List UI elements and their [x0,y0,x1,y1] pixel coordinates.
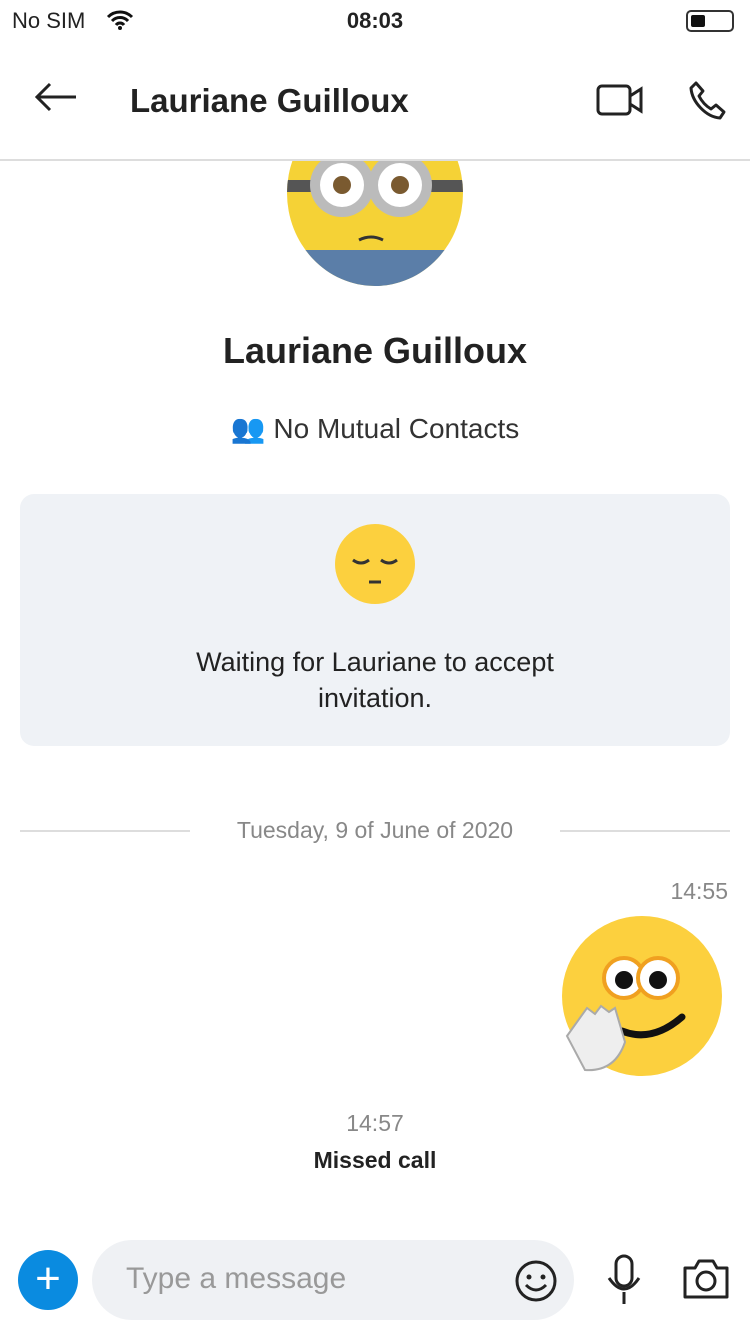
waiting-emoji-icon [335,524,415,604]
microphone-icon[interactable] [606,1254,642,1306]
invitation-card: Waiting for Lauriane to accept invitatio… [20,494,730,746]
status-bar: No SIM 08:03 [0,0,750,40]
message-input[interactable]: Type a message [92,1240,574,1320]
battery-icon [686,10,734,32]
page-title: Lauriane Guilloux [130,82,409,119]
divider [560,830,730,832]
header: Lauriane Guilloux [0,40,750,161]
profile-name: Lauriane Guilloux [222,330,528,371]
message-time: 14:57 [346,1110,404,1136]
contacts-icon: 👥 [230,413,266,444]
invitation-text: Waiting for Lauriane to accept invitatio… [196,647,554,713]
message-time: 14:55 [670,878,728,904]
phone-icon[interactable] [688,80,726,122]
wave-emoticon[interactable] [562,916,722,1076]
camera-icon[interactable] [682,1258,730,1300]
missed-call: Missed call [313,1147,437,1173]
mutual-contacts: 👥 No Mutual Contacts [0,412,750,445]
emoji-icon[interactable] [514,1259,558,1303]
clock: 08:03 [346,8,404,33]
video-camera-icon[interactable] [596,84,644,116]
message-placeholder: Type a message [126,1262,347,1295]
mutual-label: No Mutual Contacts [273,413,520,444]
add-button[interactable]: + [18,1250,78,1310]
arrow-left-icon[interactable] [34,82,78,112]
